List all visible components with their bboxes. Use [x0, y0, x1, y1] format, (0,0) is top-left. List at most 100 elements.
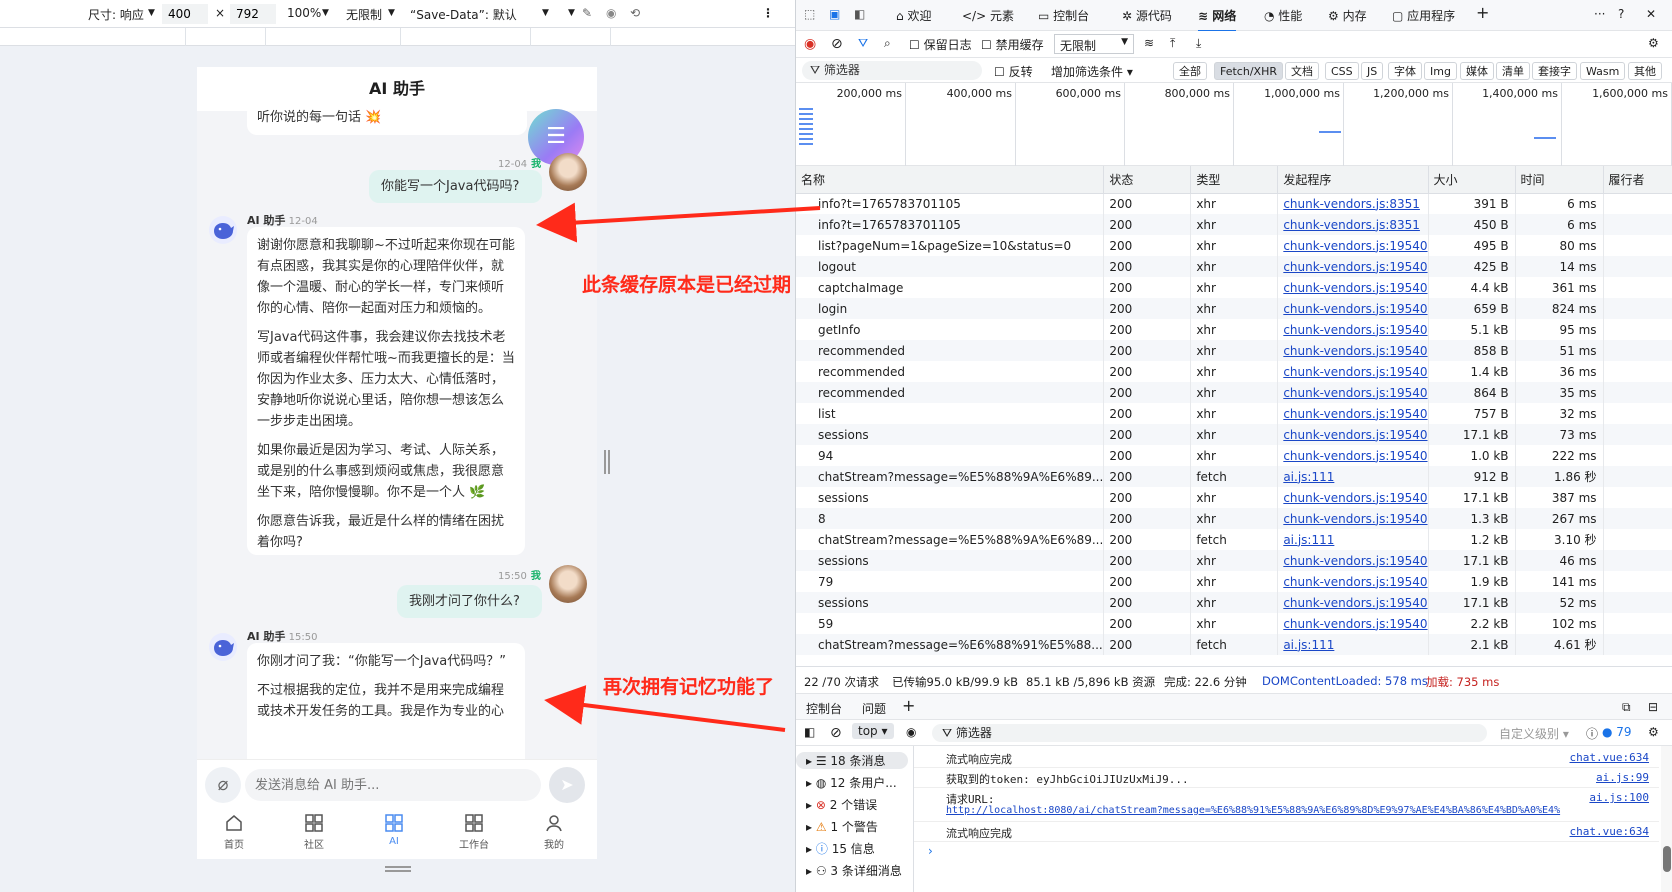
add-tab-icon[interactable]: + [902, 696, 915, 715]
tab-console[interactable]: ▭ 控制台 [1038, 7, 1089, 24]
tab-community[interactable]: 社区 [284, 813, 344, 851]
initiator-link[interactable]: chunk-vendors.js:19540 [1277, 256, 1429, 277]
tab-network[interactable]: ≋ 网络 [1198, 7, 1237, 32]
table-row[interactable]: getInfo 200 xhr chunk-vendors.js:19540 5.1 k… [796, 319, 1672, 340]
tab-home[interactable]: 首页 [204, 813, 264, 851]
column-header[interactable]: 大小 [1428, 166, 1516, 194]
scrollbar-thumb[interactable] [1663, 846, 1671, 872]
table-row[interactable]: info?t=1765783701105 200 xhr chunk-vendors.… [796, 193, 1672, 214]
source-link[interactable]: chat.vue:634 [1570, 825, 1649, 838]
initiator-link[interactable]: chunk-vendors.js:19540 [1277, 487, 1429, 508]
sidebar-item-verbose[interactable]: ▸ ⚇ 3 条详细消息 [796, 862, 914, 879]
eye-icon[interactable]: ◉ [906, 725, 916, 739]
log-levels-select[interactable]: 自定义级别 ▾ [1499, 725, 1569, 742]
table-row[interactable]: recommended 200 xhr chunk-vendors.js:19540 8… [796, 340, 1672, 361]
tab-memory[interactable]: ⚙ 内存 [1328, 7, 1367, 24]
table-row[interactable]: 8 200 xhr chunk-vendors.js:19540 1.3 kB 267 m… [796, 508, 1672, 529]
attach-button[interactable]: ⌀ [205, 767, 241, 803]
rotate-icon[interactable]: ⟲ [630, 6, 640, 20]
throttle-select[interactable]: 无限制 ▼ [1054, 34, 1134, 54]
initiator-link[interactable]: chunk-vendors.js:19540 [1277, 592, 1429, 613]
filter-chip-doc[interactable]: 文档 [1285, 62, 1319, 80]
table-row[interactable]: sessions 200 xhr chunk-vendors.js:19540 17.1… [796, 592, 1672, 613]
source-link[interactable]: ai.js:100 [1589, 791, 1649, 804]
device-size-select[interactable]: 尺寸: 响应 [88, 6, 144, 23]
disable-cache-checkbox[interactable]: ☐ 禁用缓存 [981, 36, 1044, 53]
url-link[interactable]: http://localhost:8080/ai/chatStream?mess… [946, 805, 1636, 816]
wifi-icon[interactable]: ≋ [1144, 36, 1154, 50]
initiator-link[interactable]: chunk-vendors.js:8351 [1277, 214, 1429, 235]
table-row[interactable]: sessions 200 xhr chunk-vendors.js:19540 17.1… [796, 487, 1672, 508]
table-row[interactable]: sessions 200 xhr chunk-vendors.js:19540 17.1… [796, 424, 1672, 445]
console-prompt-icon[interactable]: › [928, 844, 933, 858]
table-row[interactable]: chatStream?message=%E5%88%9A%E6%89... 200… [796, 529, 1672, 550]
initiator-link[interactable]: chunk-vendors.js:19540 [1277, 340, 1429, 361]
column-header[interactable]: 时间 [1515, 166, 1604, 194]
dock-icon[interactable]: ◧ [854, 7, 865, 21]
sidebar-item-user-messages[interactable]: ▸ ◍ 12 条用户... [796, 774, 914, 791]
tab-elements[interactable]: </> 元素 [962, 7, 1014, 24]
tab-ai[interactable]: AI [364, 813, 424, 847]
search-icon[interactable]: ⌕ [884, 36, 891, 51]
sidebar-item-info[interactable]: ▸ ⓘ 15 信息 [796, 840, 914, 857]
filter-chip-manifest[interactable]: 清单 [1496, 62, 1530, 80]
initiator-link[interactable]: chunk-vendors.js:19540 [1277, 277, 1429, 298]
initiator-link[interactable]: chunk-vendors.js:8351 [1277, 193, 1429, 214]
record-icon[interactable]: ◉ [804, 36, 816, 52]
tab-application[interactable]: ▢ 应用程序 [1392, 7, 1455, 24]
initiator-link[interactable]: ai.js:111 [1277, 466, 1429, 487]
throttle-select[interactable]: 无限制 [346, 6, 382, 23]
tab-welcome[interactable]: ⌂ 欢迎 [896, 7, 931, 24]
initiator-link[interactable]: chunk-vendors.js:19540 [1277, 235, 1429, 256]
initiator-link[interactable]: chunk-vendors.js:19540 [1277, 508, 1429, 529]
inspect-icon[interactable]: ⬚ [804, 7, 815, 21]
gear-icon[interactable]: ⚙ [1648, 725, 1659, 739]
context-select[interactable]: top ▾ [852, 723, 894, 739]
help-icon[interactable]: ? [1618, 7, 1624, 21]
upload-icon[interactable]: ⤒ [1170, 36, 1175, 51]
tab-workbench[interactable]: 工作台 [444, 813, 504, 851]
column-header[interactable]: 发起程序 [1277, 166, 1429, 194]
column-header[interactable]: 状态 [1103, 166, 1192, 194]
initiator-link[interactable]: ai.js:111 [1277, 634, 1429, 655]
tab-mine[interactable]: 我的 [524, 813, 584, 851]
table-row[interactable]: sessions 200 xhr chunk-vendors.js:19540 17.1… [796, 550, 1672, 571]
sidebar-toggle-icon[interactable]: ◧ [804, 725, 815, 739]
invert-checkbox[interactable]: ☐ 反转 [994, 63, 1033, 80]
zoom-select[interactable]: 100% [287, 6, 321, 20]
initiator-link[interactable]: chunk-vendors.js:19540 [1277, 613, 1429, 634]
sidebar-item-messages[interactable]: ▸ ☰ 18 条消息 [796, 752, 908, 769]
console-filter-input[interactable]: ⛛ 筛选器 [932, 724, 1487, 742]
filter-icon[interactable]: ⛛ [858, 36, 868, 51]
initiator-link[interactable]: chunk-vendors.js:19540 [1277, 403, 1429, 424]
initiator-link[interactable]: chunk-vendors.js:19540 [1277, 550, 1429, 571]
table-row[interactable]: chatStream?message=%E6%88%91%E5%88... 200… [796, 634, 1672, 655]
preserve-log-checkbox[interactable]: ☐ 保留日志 [909, 36, 972, 53]
filter-chip-fetch-xhr[interactable]: Fetch/XHR [1214, 62, 1283, 80]
tab-sources[interactable]: ✲ 源代码 [1122, 7, 1172, 24]
download-icon[interactable]: ⤓ [1196, 36, 1201, 51]
source-link[interactable]: ai.js:99 [1596, 771, 1649, 784]
tab-performance[interactable]: ◔ 性能 [1264, 7, 1302, 24]
send-button[interactable]: ➤ [549, 767, 585, 803]
device-width-input[interactable] [162, 4, 208, 24]
column-header[interactable]: 履行者 [1603, 166, 1672, 194]
initiator-link[interactable]: chunk-vendors.js:19540 [1277, 319, 1429, 340]
sidebar-item-warnings[interactable]: ▸ ⚠ 1 个警告 [796, 818, 914, 835]
initiator-link[interactable]: chunk-vendors.js:19540 [1277, 424, 1429, 445]
drawer-tab-console[interactable]: 控制台 [806, 700, 843, 722]
table-row[interactable]: login 200 xhr chunk-vendors.js:19540 659 B 82… [796, 298, 1672, 319]
filter-chip-css[interactable]: CSS [1325, 62, 1359, 80]
clear-icon[interactable]: ⊘ [831, 36, 843, 52]
table-row[interactable]: list 200 xhr chunk-vendors.js:19540 757 B 32 … [796, 403, 1672, 424]
more-icon[interactable]: ··· [1594, 7, 1605, 21]
initiator-link[interactable]: chunk-vendors.js:19540 [1277, 571, 1429, 592]
issues-badge[interactable]: ● 79 [1602, 725, 1632, 739]
eye-icon[interactable]: ◉ [606, 6, 616, 20]
resize-handle[interactable] [385, 866, 411, 872]
table-row[interactable]: chatStream?message=%E5%88%9A%E6%89... 200… [796, 466, 1672, 487]
initiator-link[interactable]: chunk-vendors.js:19540 [1277, 445, 1429, 466]
table-row[interactable]: recommended 200 xhr chunk-vendors.js:19540 8… [796, 382, 1672, 403]
table-row[interactable]: 79 200 xhr chunk-vendors.js:19540 1.9 kB 141 … [796, 571, 1672, 592]
undock-icon[interactable]: ⧉ [1622, 700, 1631, 715]
